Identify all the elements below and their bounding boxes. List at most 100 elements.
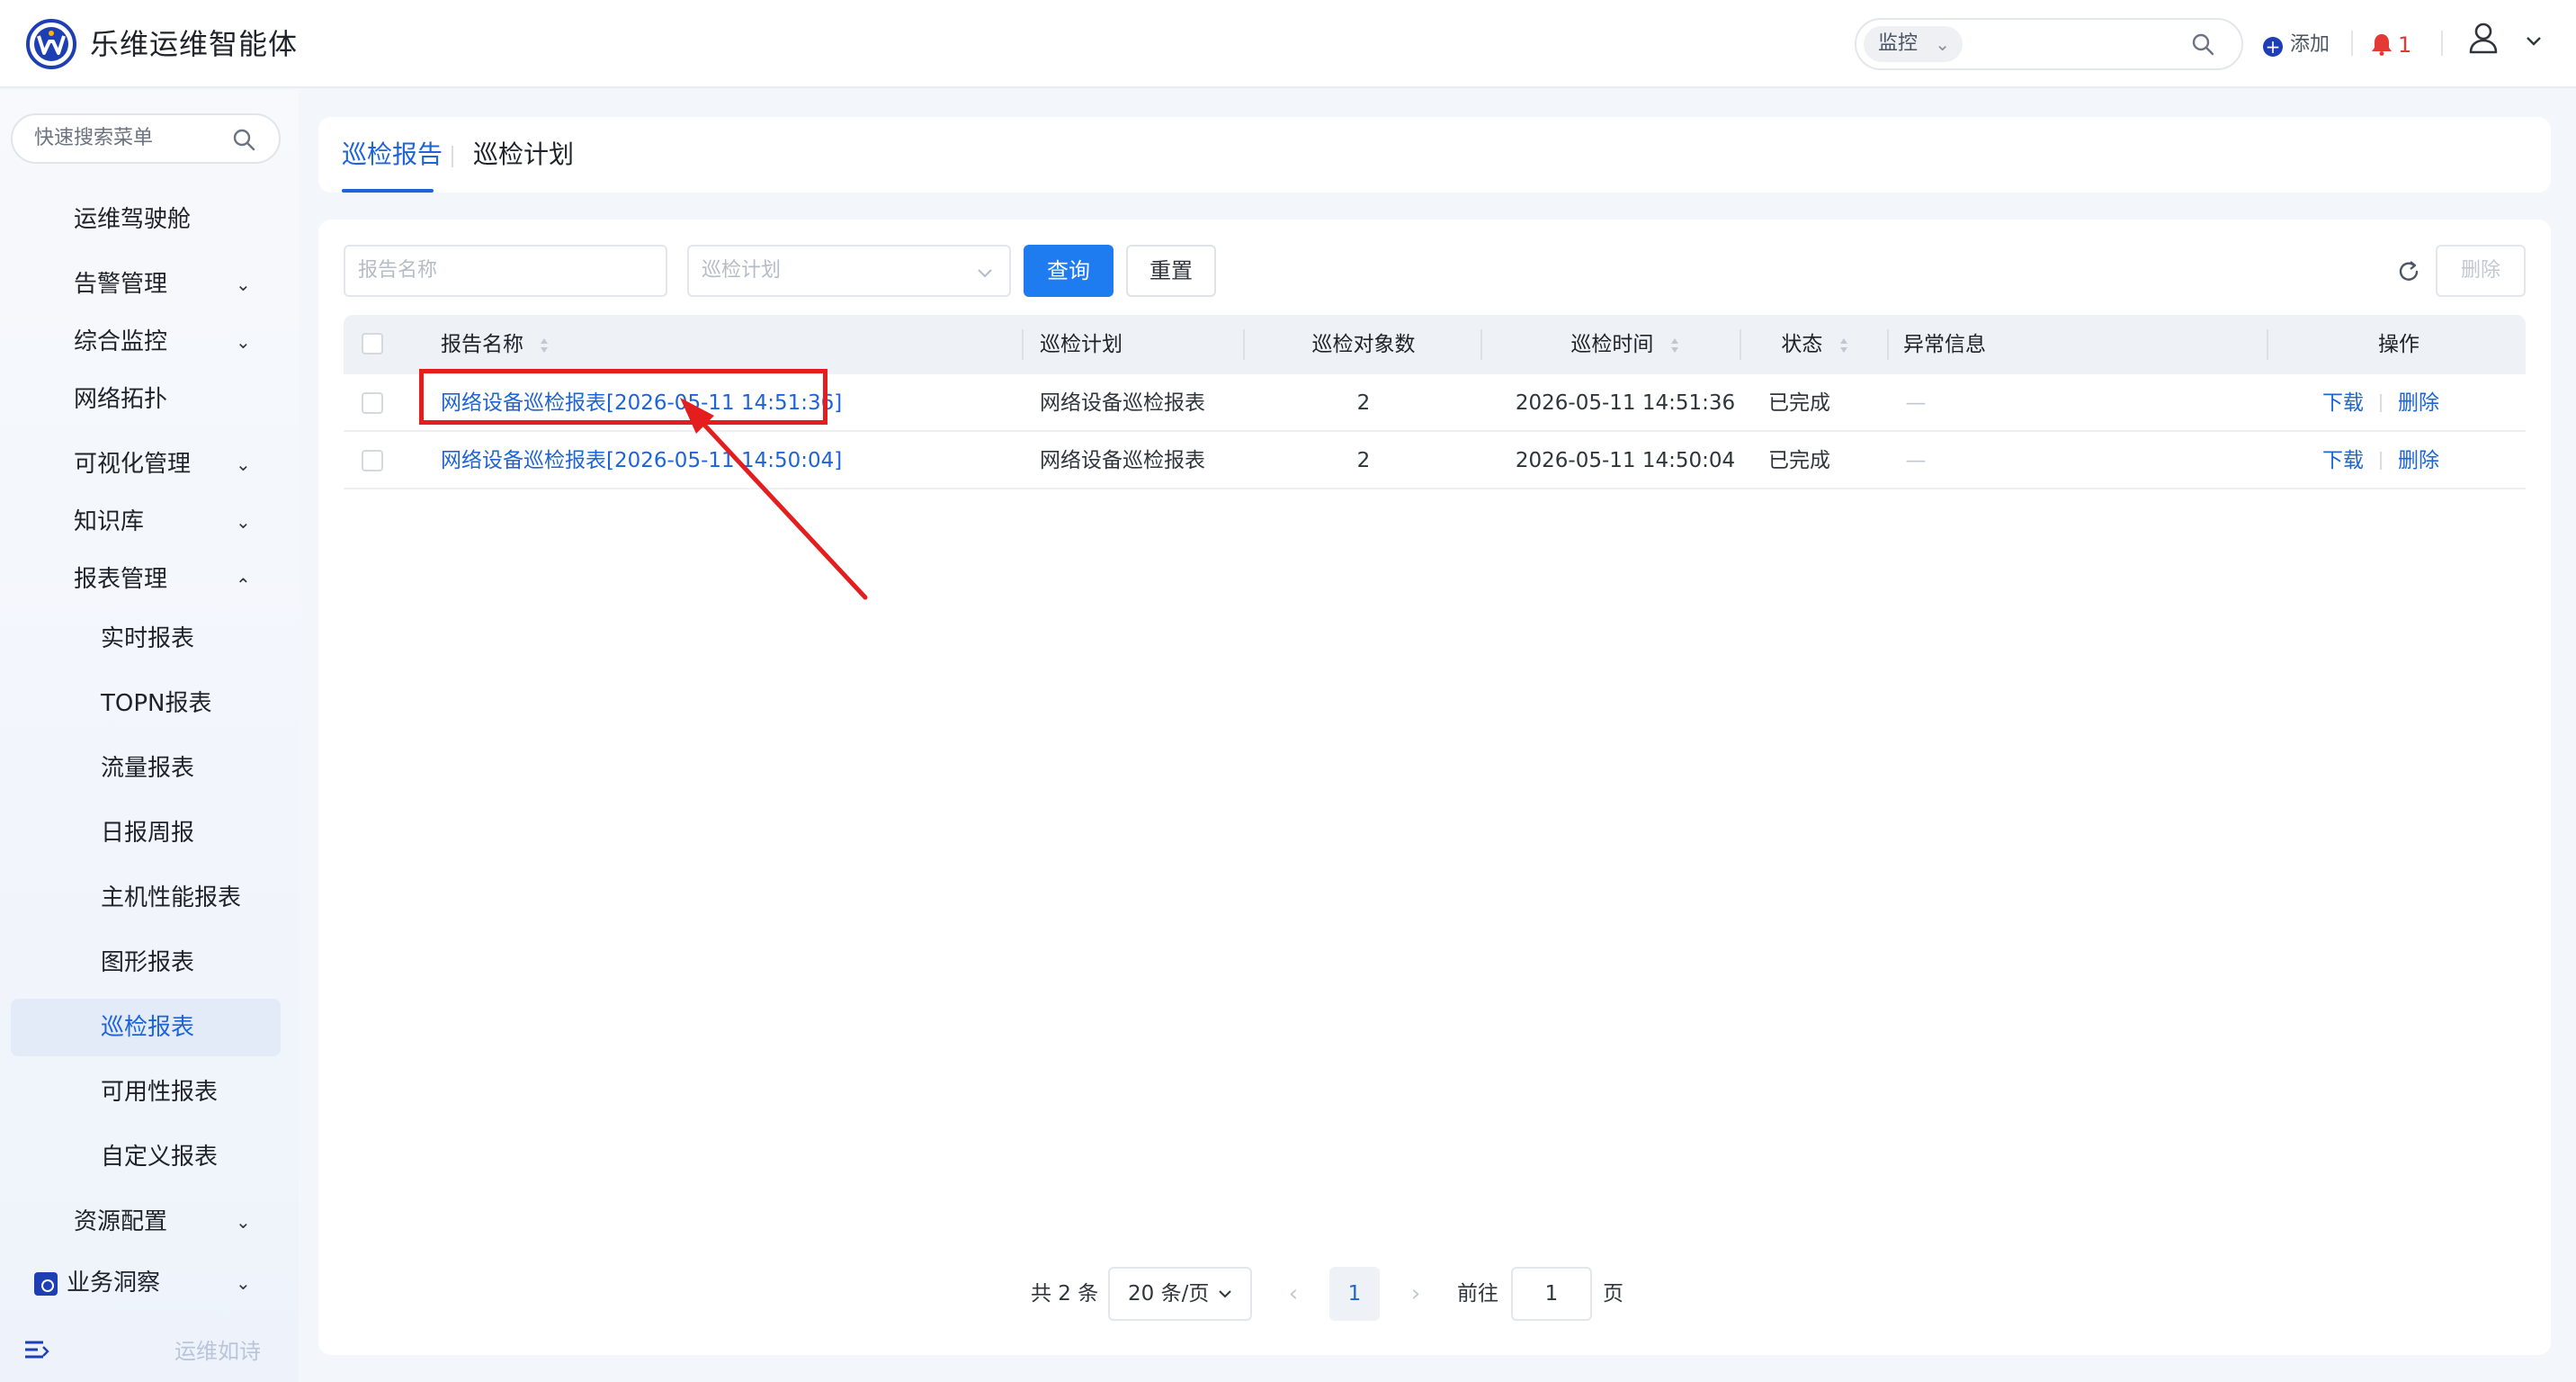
sidebar-item-label: 知识库	[74, 508, 145, 535]
prev-page-button[interactable]: ‹	[1275, 1267, 1311, 1321]
sort-icon	[1670, 337, 1678, 353]
reset-button[interactable]: 重置	[1126, 245, 1216, 297]
pagination: 共 2 条 20 条/页 ‹ 1 › 前往 1 页	[318, 1267, 2551, 1321]
cell-count: 2	[1356, 391, 1371, 415]
goto-page-input[interactable]: 1	[1511, 1267, 1592, 1321]
sidebar-item-business-insight[interactable]: 业务洞察 ⌄	[11, 1254, 281, 1312]
sidebar-item-alerts[interactable]: 告警管理 ⌄	[11, 256, 281, 313]
user-icon[interactable]	[2468, 22, 2499, 56]
header-label: 巡检时间	[1570, 333, 1654, 356]
cell-plan: 网络设备巡检报表	[1040, 449, 1205, 472]
cell-plan: 网络设备巡检报表	[1040, 391, 1205, 415]
chevron-down-icon[interactable]	[2524, 31, 2544, 50]
top-header: 乐维运维智能体 监控 ⌄ + 添加 1	[0, 0, 2576, 88]
total-count: 共 2 条	[1031, 1282, 1099, 1306]
sidebar-subitem-custom[interactable]: 自定义报表	[11, 1128, 281, 1186]
delete-link[interactable]: 删除	[2398, 449, 2439, 472]
report-name-input[interactable]: 报告名称	[344, 245, 667, 297]
divider	[2441, 31, 2443, 56]
tabs-bar: 巡检报告 巡检计划	[318, 117, 2551, 193]
chevron-down-icon	[978, 269, 992, 278]
sidebar-item-label: 综合监控	[74, 328, 168, 355]
sidebar-subitem-label: TOPN报表	[101, 690, 212, 717]
goto-label: 前往	[1457, 1282, 1498, 1306]
cell-error: —	[1905, 449, 1927, 472]
sidebar: 快速搜索菜单 运维驾驶舱 告警管理 ⌄ 综合监控 ⌄ 网络拓扑 可视化管理 ⌄ …	[0, 90, 299, 1382]
menu-collapse-icon[interactable]	[23, 1337, 50, 1364]
header-report-name[interactable]: 报告名称	[441, 315, 550, 374]
chevron-down-icon: ⌄	[236, 1272, 251, 1294]
bell-icon	[2372, 34, 2392, 56]
page-suffix: 页	[1603, 1282, 1623, 1306]
alert-bell-button[interactable]: 1	[2371, 27, 2411, 63]
sidebar-item-resources[interactable]: 资源配置 ⌄	[11, 1193, 281, 1251]
global-search[interactable]: 监控 ⌄	[1855, 18, 2243, 70]
sidebar-item-label: 报表管理	[74, 566, 168, 593]
sort-icon	[1839, 337, 1847, 353]
chevron-down-icon: ⌄	[1935, 33, 1950, 55]
chevron-down-icon	[1219, 1290, 1231, 1298]
search-icon[interactable]	[232, 128, 255, 151]
delete-link[interactable]: 删除	[2398, 391, 2439, 415]
sidebar-item-visualization[interactable]: 可视化管理 ⌄	[11, 435, 281, 493]
sidebar-item-reports[interactable]: 报表管理 ⌃	[11, 551, 281, 608]
column-divider	[1480, 329, 1482, 360]
row-checkbox[interactable]	[362, 450, 383, 471]
sort-icon	[541, 337, 549, 353]
sidebar-subitem-label: 自定义报表	[101, 1144, 219, 1171]
download-link[interactable]: 下载	[2322, 449, 2364, 472]
inspection-plan-select[interactable]: 巡检计划	[687, 245, 1011, 297]
sidebar-item-monitoring[interactable]: 综合监控 ⌄	[11, 313, 281, 371]
page-number-current[interactable]: 1	[1329, 1267, 1380, 1321]
add-label: 添加	[2290, 33, 2330, 56]
sidebar-subitem-daily-weekly[interactable]: 日报周报	[11, 804, 281, 862]
sidebar-subitem-label: 流量报表	[101, 755, 195, 782]
menu-search-input[interactable]: 快速搜索菜单	[11, 113, 281, 164]
batch-delete-button[interactable]: 删除	[2436, 245, 2526, 297]
divider	[452, 146, 453, 167]
refresh-icon[interactable]	[2396, 259, 2421, 284]
row-checkbox[interactable]	[362, 392, 383, 414]
page-size-label: 20 条/页	[1128, 1282, 1210, 1306]
sidebar-subitem-label: 主机性能报表	[101, 884, 242, 911]
header-label: 报告名称	[441, 333, 523, 356]
menu-search-placeholder: 快速搜索菜单	[34, 127, 154, 149]
active-tab-indicator	[342, 189, 434, 193]
tab-inspection-plan[interactable]: 巡检计划	[473, 137, 574, 173]
sidebar-item-knowledge[interactable]: 知识库 ⌄	[11, 493, 281, 551]
sidebar-item-ops-cockpit[interactable]: 运维驾驶舱	[11, 191, 281, 248]
header-inspection-plan: 巡检计划	[1040, 333, 1123, 356]
annotation-arrow	[680, 398, 868, 600]
column-divider	[1740, 329, 1741, 360]
sidebar-subitem-host-perf[interactable]: 主机性能报表	[11, 869, 281, 927]
sidebar-subitem-topn[interactable]: TOPN报表	[11, 675, 281, 732]
header-inspection-time[interactable]: 巡检时间	[1495, 315, 1756, 374]
search-scope-select[interactable]: 监控 ⌄	[1864, 26, 1963, 62]
sidebar-subitem-inspection[interactable]: 巡检报表	[11, 999, 281, 1056]
row-actions: 下载 删除	[2322, 432, 2439, 489]
next-page-button[interactable]: ›	[1398, 1267, 1434, 1321]
select-all-checkbox[interactable]	[362, 333, 383, 354]
header-status[interactable]: 状态	[1752, 315, 1878, 374]
sidebar-subitem-availability[interactable]: 可用性报表	[11, 1063, 281, 1121]
chevron-down-icon: ⌄	[236, 331, 251, 353]
plus-icon: +	[2263, 37, 2283, 57]
header-label: 状态	[1781, 333, 1823, 356]
sidebar-subitem-label: 实时报表	[101, 625, 195, 652]
sidebar-subitem-graph[interactable]: 图形报表	[11, 934, 281, 992]
search-icon[interactable]	[2191, 32, 2214, 56]
column-divider	[1887, 329, 1889, 360]
add-button[interactable]: + 添加	[2263, 27, 2330, 63]
header-object-count: 巡检对象数	[1311, 333, 1416, 356]
chevron-down-icon: ⌄	[236, 274, 251, 295]
column-divider	[1243, 329, 1245, 360]
column-divider	[2267, 329, 2268, 360]
download-link[interactable]: 下载	[2322, 391, 2364, 415]
sidebar-item-label: 资源配置	[74, 1208, 168, 1235]
page-size-select[interactable]: 20 条/页	[1108, 1267, 1252, 1321]
tab-inspection-report[interactable]: 巡检报告	[342, 137, 443, 173]
sidebar-subitem-realtime[interactable]: 实时报表	[11, 610, 281, 668]
sidebar-item-topology[interactable]: 网络拓扑	[11, 371, 281, 428]
query-button[interactable]: 查询	[1024, 245, 1114, 297]
sidebar-subitem-traffic[interactable]: 流量报表	[11, 740, 281, 797]
